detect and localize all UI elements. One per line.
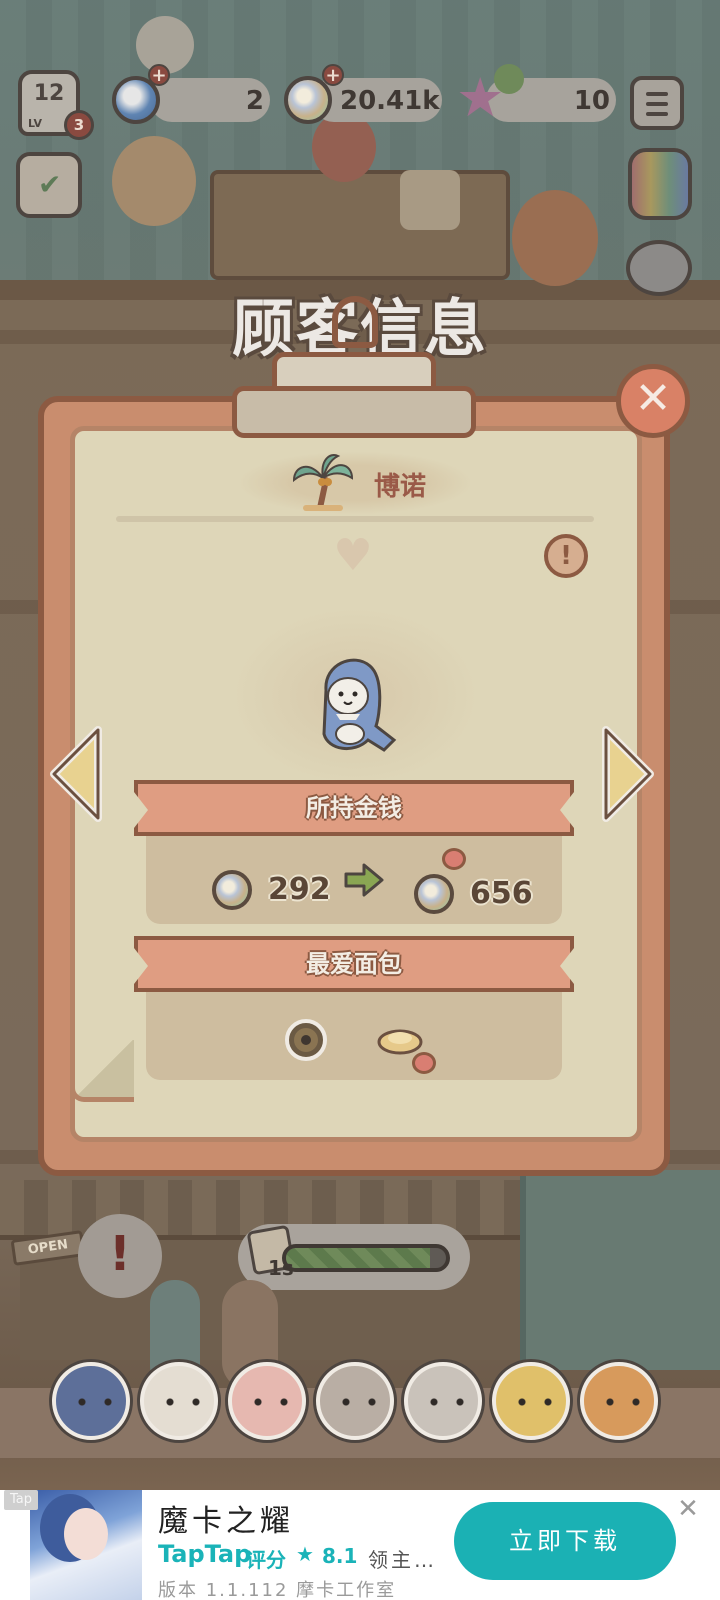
star-icon: ★	[296, 1542, 314, 1566]
dog-character	[112, 136, 196, 226]
add-coin-button[interactable]: +	[322, 64, 344, 86]
heart-icon	[412, 1052, 436, 1074]
name-divider	[116, 516, 594, 522]
ad-tag: Tap	[4, 1490, 39, 1510]
level-number: 12	[33, 81, 65, 106]
ad-game-art[interactable]	[30, 1490, 142, 1600]
face-eyes	[166, 1398, 200, 1406]
pig-face-icon[interactable]	[228, 1362, 306, 1440]
info-button[interactable]: !	[544, 534, 588, 578]
money-banner: 所持金钱	[134, 780, 574, 836]
coin-currency-value: 20.41k	[340, 86, 440, 116]
clip-ring	[332, 296, 378, 348]
level-stars-badge: 3	[64, 110, 94, 140]
display-case	[400, 170, 460, 230]
red-panda-character	[312, 112, 376, 182]
right-arrow-icon	[344, 863, 384, 897]
calendar-icon[interactable]	[16, 152, 82, 218]
next-customer-arrow[interactable]	[600, 724, 658, 824]
ad-title[interactable]: 魔卡之耀	[158, 1496, 294, 1540]
face-eyes	[78, 1398, 112, 1406]
side-awning	[520, 1170, 720, 1370]
face-eyes	[430, 1398, 464, 1406]
face-eyes	[606, 1398, 640, 1406]
fox-character	[512, 190, 598, 286]
rating-value: 8.1	[322, 1544, 358, 1568]
bread-panel	[146, 986, 562, 1080]
download-button[interactable]: 立即下载	[454, 1502, 676, 1580]
clip-base	[232, 386, 476, 438]
bread-banner: 最爱面包	[134, 936, 574, 992]
shop-counter	[210, 170, 510, 280]
customer-name: 博诺	[374, 472, 427, 502]
bun-bread-icon	[377, 1029, 423, 1055]
close-button[interactable]: ✕	[616, 364, 690, 438]
face-eyes	[254, 1398, 288, 1406]
paper-curl	[70, 1040, 134, 1102]
bread-section-label: 最爱面包	[306, 950, 402, 978]
coin-icon	[414, 874, 454, 914]
hamster-face-icon[interactable]	[316, 1362, 394, 1440]
flower-cookie-icon	[285, 1019, 327, 1061]
rainbow-jar-icon[interactable]	[628, 148, 692, 220]
max-money-value: 656	[470, 876, 533, 911]
previous-customer-arrow[interactable]	[46, 724, 104, 824]
baking-progress-bar	[282, 1244, 450, 1272]
baking-progress-fill	[286, 1248, 430, 1268]
add-shell-button[interactable]: +	[148, 64, 170, 86]
current-money-value: 292	[268, 872, 331, 907]
ad-close-icon[interactable]: ✕	[676, 1496, 700, 1522]
alert-button[interactable]: !	[78, 1214, 162, 1298]
baking-timer: 1s	[268, 1256, 294, 1280]
tiger-cat-face-icon[interactable]	[404, 1362, 482, 1440]
shark-costume-character	[322, 658, 397, 752]
orange-cat-face-icon[interactable]	[580, 1362, 658, 1440]
level-badge[interactable]: 12 LV 3	[18, 70, 94, 140]
ad-meta: 版本 1.1.112 摩卡工作室	[158, 1580, 397, 1600]
upgrade-arrow-icon[interactable]	[494, 64, 524, 94]
palm-tree-icon	[292, 454, 354, 511]
money-section-label: 所持金钱	[306, 794, 402, 822]
penguin-face-icon[interactable]	[52, 1362, 130, 1440]
face-eyes	[518, 1398, 552, 1406]
menu-icon[interactable]	[630, 76, 684, 130]
sheep-face-icon[interactable]	[140, 1362, 218, 1440]
star-currency-value: 10	[573, 86, 610, 116]
coin-icon	[212, 870, 252, 910]
heart-icon	[442, 848, 466, 870]
giraffe-face-icon[interactable]	[492, 1362, 570, 1440]
shell-currency-value: 2	[245, 86, 264, 116]
ad-description: 领主…	[368, 1548, 437, 1572]
rating-label: 评分	[246, 1548, 286, 1572]
face-eyes	[342, 1398, 376, 1406]
heart-icon: ♥	[333, 530, 373, 581]
level-label: LV	[28, 117, 43, 130]
taptap-logo: TapTap	[158, 1540, 252, 1568]
